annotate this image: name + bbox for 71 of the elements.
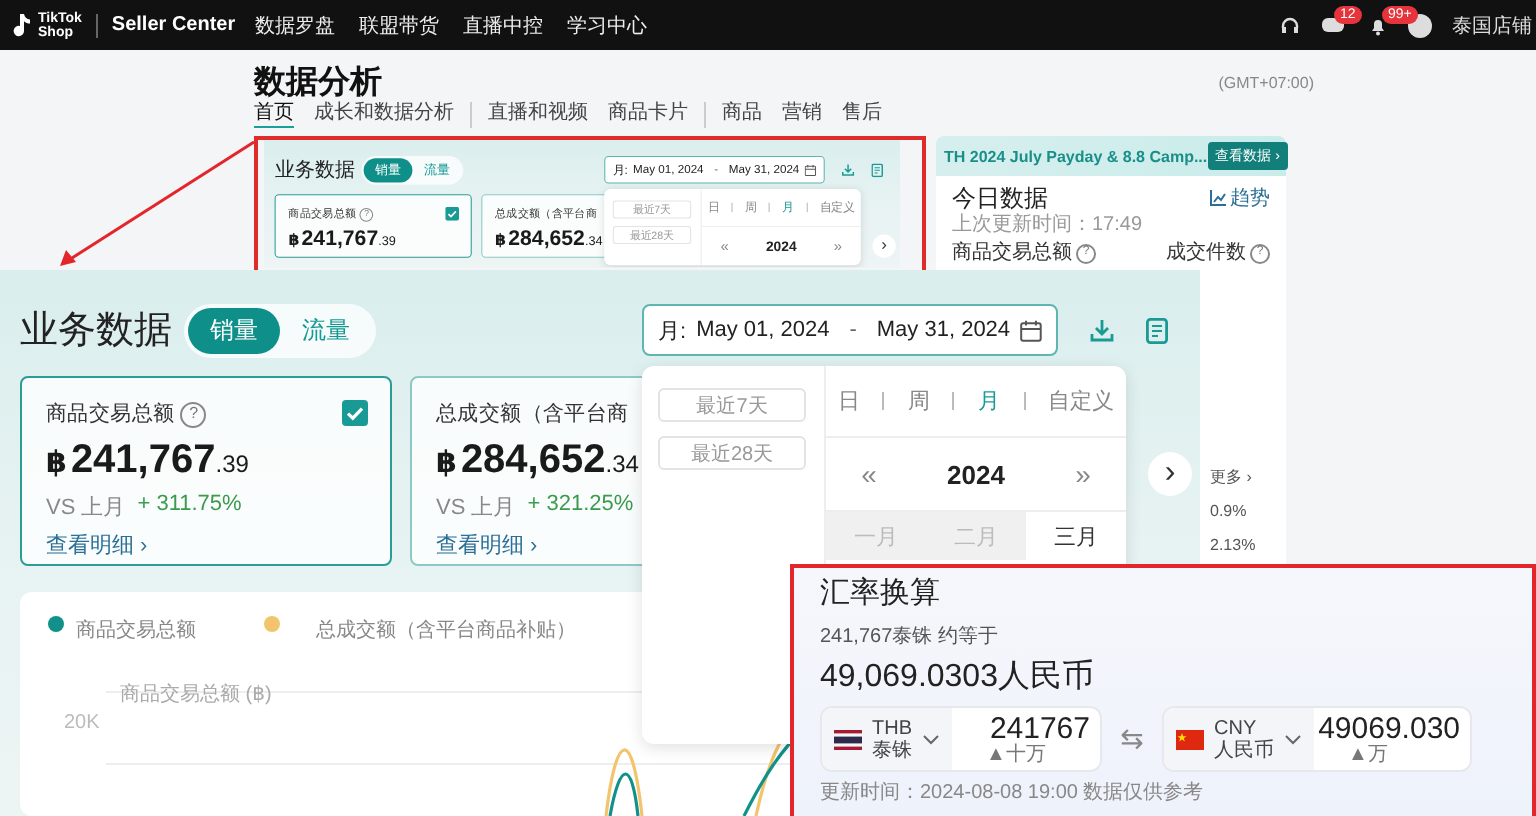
section-title: 业务数据 <box>20 308 172 356</box>
page-tab[interactable]: 商品卡片 <box>608 101 688 127</box>
headset-icon[interactable] <box>1280 15 1300 35</box>
page-tab[interactable]: 首页 <box>254 101 294 127</box>
period-tab[interactable]: 日 <box>837 386 860 416</box>
user-name[interactable]: 泰国店铺 <box>1452 11 1532 39</box>
checkbox[interactable] <box>342 400 368 426</box>
nav-link[interactable]: 联盟带货 <box>359 11 440 39</box>
download-icon[interactable] <box>1090 318 1114 342</box>
metric-change: 2.13% <box>1210 536 1256 554</box>
product-name: Seller Center <box>111 14 236 36</box>
axis-title: 商品交易总额 (฿) <box>120 681 272 708</box>
details-link[interactable]: 查看明细 › <box>436 530 538 560</box>
calendar-icon <box>1020 319 1042 341</box>
change-value: + 311.75% <box>137 492 242 520</box>
page-tab[interactable]: 直播和视频 <box>488 101 588 127</box>
metric-label: 总成交额（含平台商 <box>436 400 629 428</box>
trend-link[interactable]: 趋势 <box>1210 184 1270 212</box>
page-tab[interactable]: 营销 <box>782 101 822 127</box>
nav-link[interactable]: 直播中控 <box>463 11 544 39</box>
details-link[interactable]: 查看明细 › <box>46 530 148 560</box>
metric-value: ฿284,652.34 <box>436 438 639 484</box>
metric-change: 0.9% <box>1210 502 1249 520</box>
music-note-icon <box>10 11 34 39</box>
legend-label: 总成交额（含平台商品补贴） <box>316 617 576 644</box>
page-tab[interactable]: 售后 <box>842 101 882 127</box>
period-tab[interactable]: 自定义 <box>1048 386 1115 416</box>
next-year-button[interactable]: » <box>1075 458 1091 490</box>
year-label: 2024 <box>947 459 1005 489</box>
conversion-summary: 241,767泰铢 约等于 <box>820 624 1000 650</box>
bell-icon[interactable] <box>1368 15 1388 35</box>
metric-label: 商品交易总额 <box>952 242 1072 264</box>
section-title: 业务数据 <box>274 157 356 184</box>
more-link[interactable]: 更多 › <box>1210 468 1256 486</box>
comparison-label: VS 上月 <box>436 494 516 522</box>
toggle-option[interactable]: 流量 <box>280 307 372 353</box>
document-icon[interactable] <box>1146 317 1168 343</box>
timezone-label: (GMT+07:00) <box>1218 73 1314 91</box>
axis-label: 20K <box>64 712 100 734</box>
update-time: 上次更新时间：17:49 <box>952 214 1145 236</box>
period-tab[interactable]: 周 <box>907 386 930 416</box>
download-icon[interactable] <box>841 163 855 177</box>
page-tab[interactable]: 成长和数据分析 <box>314 101 454 127</box>
swap-button[interactable]: ⇆ <box>1110 722 1154 756</box>
next-button[interactable]: › <box>872 234 896 258</box>
legend-label: 商品交易总额 <box>76 617 196 644</box>
period-tab[interactable]: 月 <box>978 386 1001 416</box>
toggle-option[interactable]: 销量 <box>188 307 280 353</box>
next-button[interactable]: › <box>1148 452 1192 496</box>
checkbox[interactable] <box>445 206 460 221</box>
quick-range-button[interactable]: 最近7天 <box>658 388 806 422</box>
date-range-field[interactable]: 月: May 01, 2024 - May 31, 2024 <box>642 304 1058 356</box>
page-title: 数据分析 <box>254 63 382 101</box>
nav-link[interactable]: 学习中心 <box>567 11 648 39</box>
banner-title: TH 2024 July Payday & 8.8 Camp... <box>944 147 1208 165</box>
document-icon[interactable] <box>871 162 884 177</box>
conversion-result: 49,069.0303人民币 <box>820 657 1096 698</box>
page-tab[interactable]: 商品 <box>722 101 762 127</box>
comparison-label: VS 上月 <box>46 494 126 522</box>
update-note: 更新时间：2024-08-08 19:00 数据仅供参考 <box>820 782 1206 804</box>
previous-year-button[interactable]: « <box>861 458 877 490</box>
card-title: 汇率换算 <box>820 574 942 614</box>
quick-range-button[interactable]: 最近28天 <box>658 436 806 470</box>
help-icon: ? <box>180 401 207 427</box>
chart-icon <box>1210 190 1226 206</box>
change-value: + 321.25% <box>527 492 634 520</box>
metric-label: 商品交易总额 <box>46 400 175 428</box>
metric-value: ฿241,767.39 <box>46 438 249 484</box>
nav-link[interactable]: 数据罗盘 <box>255 11 336 39</box>
card-title: 今日数据 <box>952 181 1048 213</box>
metric-label: 成交件数 <box>1166 242 1246 264</box>
